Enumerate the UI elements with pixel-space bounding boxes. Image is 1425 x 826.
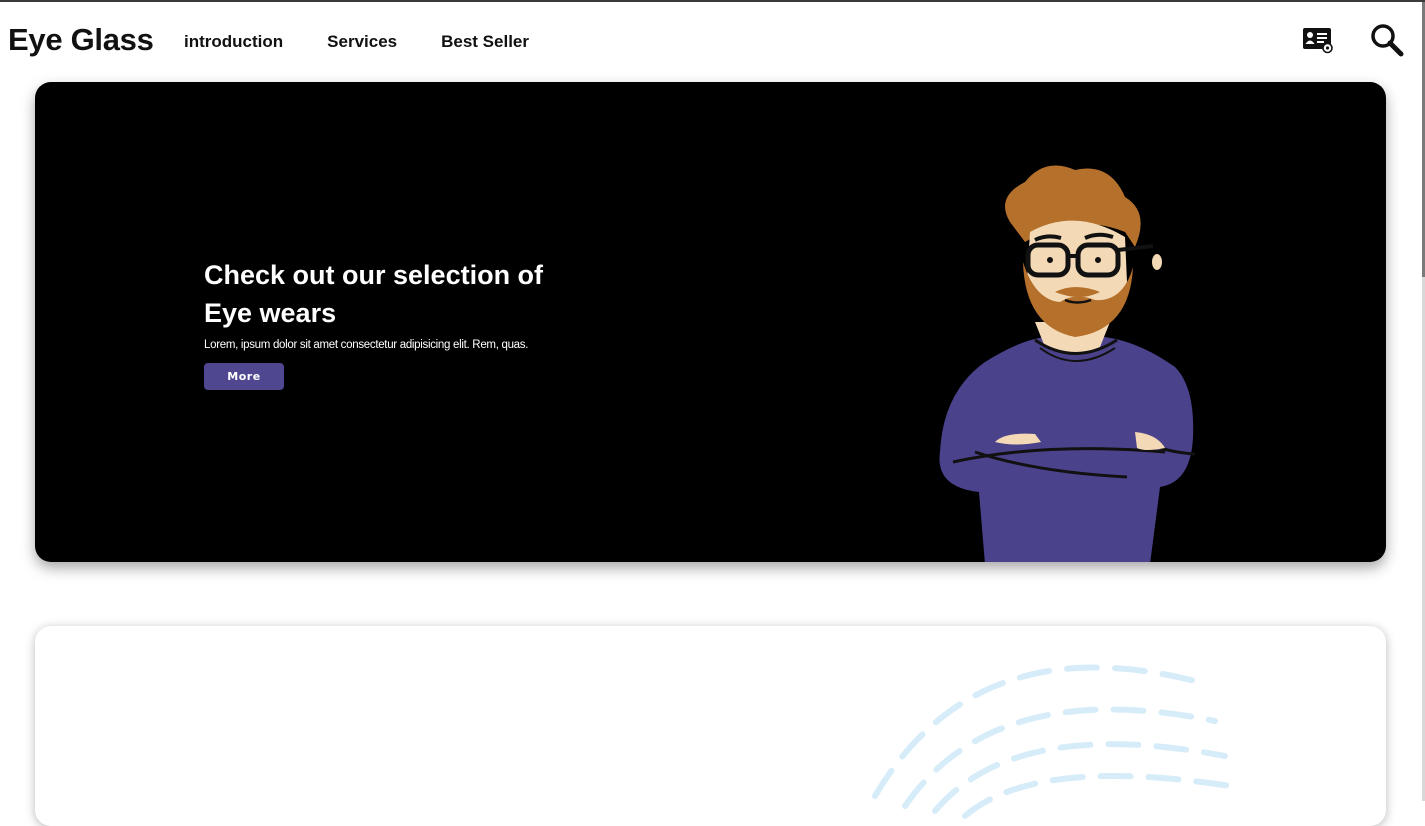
hero-title-line1: Check out our selection of	[204, 260, 544, 290]
more-button[interactable]: More	[204, 363, 284, 390]
secondary-card	[35, 626, 1386, 826]
decorative-arcs	[835, 646, 1255, 826]
search-icon[interactable]	[1369, 22, 1405, 58]
man-with-glasses-illustration	[895, 152, 1235, 562]
nav-link-introduction[interactable]: introduction	[184, 32, 283, 52]
hero-title: Check out our selection of Eye wears	[204, 256, 624, 332]
logo[interactable]: Eye Glass	[8, 22, 154, 58]
hero-banner: Check out our selection of Eye wears Lor…	[35, 82, 1386, 562]
navbar: Eye Glass introduction Services Best Sel…	[0, 2, 1422, 82]
hero-title-line2: Eye wears	[204, 298, 337, 328]
nav-link-best-seller[interactable]: Best Seller	[441, 32, 529, 52]
hero-description: Lorem, ipsum dolor sit amet consectetur …	[204, 339, 529, 351]
nav-link-services[interactable]: Services	[327, 32, 397, 52]
contact-card-icon[interactable]	[1302, 26, 1334, 54]
nav-links: introduction Services Best Seller	[184, 32, 529, 52]
